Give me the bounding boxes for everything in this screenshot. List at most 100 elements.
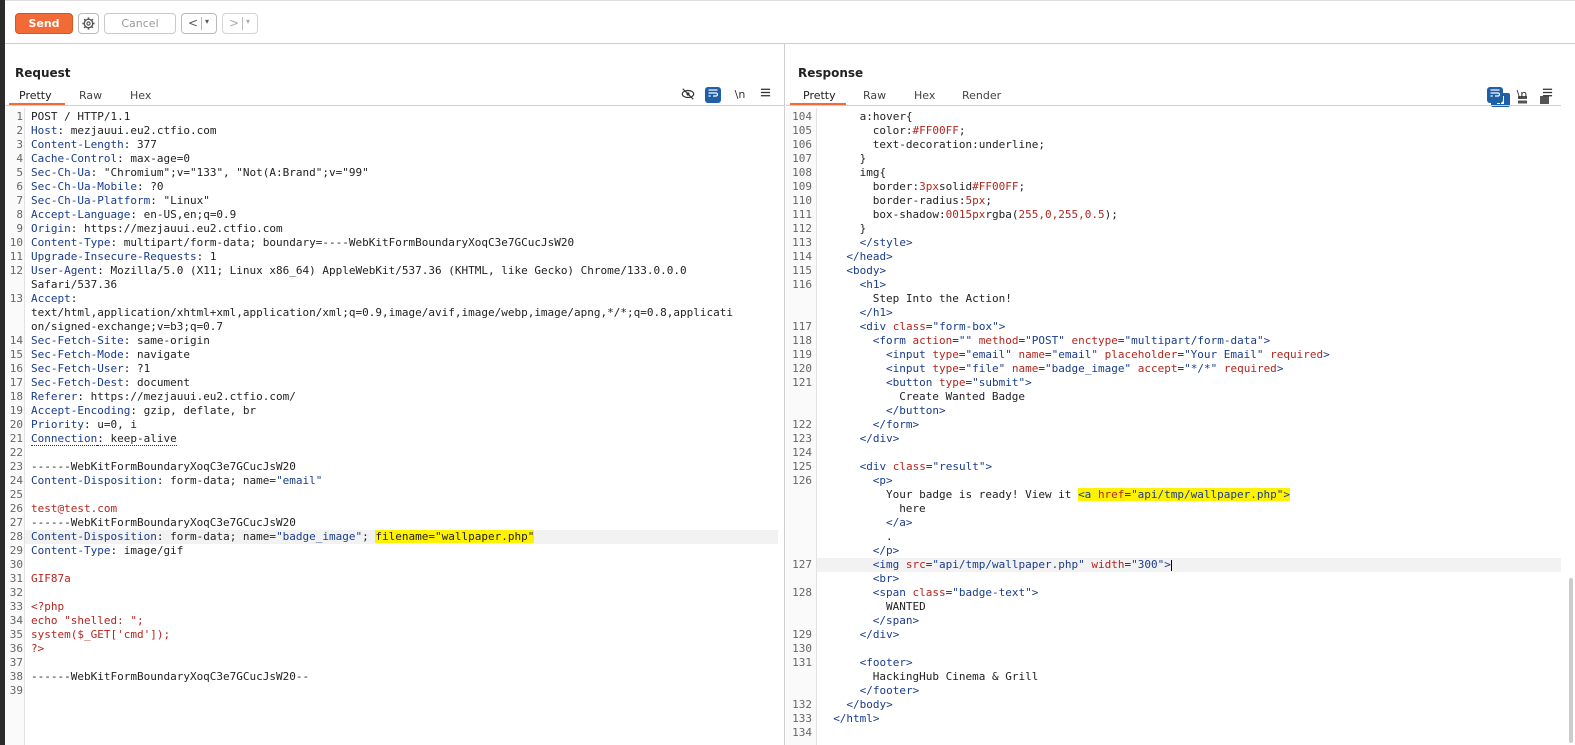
code-line: 8 Accept-Language: en-US,en;q=0.9 (5, 208, 784, 222)
code-line: 3 Content-Length: 377 (5, 138, 784, 152)
code-line: </footer> (786, 684, 1575, 698)
line-number: 38 (9, 670, 23, 683)
code-token: a:hover{ (859, 110, 913, 123)
code-token: 5px (965, 194, 986, 207)
line-number: 121 (792, 376, 812, 389)
code-line: 127 <img src="api/tmp/wallpaper.php" widt… (786, 558, 1575, 572)
code-token: test@test.com (31, 502, 118, 515)
code-line: 114 </head> (786, 250, 1575, 264)
code-text: Content-Disposition: form-data; name="em… (31, 474, 322, 488)
code-token: ; (1018, 180, 1026, 193)
chevron-down-icon[interactable]: ▾ (246, 17, 250, 26)
code-token: > (1263, 334, 1271, 347)
cancel-button[interactable]: Cancel (104, 13, 176, 34)
tab-raw[interactable]: Raw (79, 89, 102, 102)
code-token: User-Agent (31, 264, 98, 277)
code-text: </body> (846, 698, 892, 712)
line-number: 19 (9, 404, 23, 417)
tab-hex[interactable]: Hex (914, 89, 935, 102)
code-line: 39 (5, 684, 784, 698)
code-text: </style> (860, 236, 913, 250)
code-token: > (998, 320, 1006, 333)
code-line: Step Into the Action! (786, 292, 1575, 306)
back-button[interactable]: < ▾ (181, 13, 217, 34)
forward-button[interactable]: > ▾ (222, 13, 258, 34)
code-token: <img (872, 558, 906, 571)
code-line: 134 (786, 726, 1575, 740)
code-line: 10 Content-Type: multipart/form-data; bou… (5, 236, 784, 250)
response-editor[interactable]: 104 a:hover{105 color:#FF00FF; 106 text-deco… (786, 108, 1575, 745)
code-text: ?> (31, 642, 44, 656)
code-token: action (912, 334, 953, 347)
line-number: 128 (792, 586, 812, 599)
code-text: Accept: (31, 292, 77, 306)
send-button[interactable]: Send (15, 13, 73, 34)
menu-icon[interactable] (1539, 87, 1555, 103)
code-token: width (1091, 558, 1125, 571)
tab-render[interactable]: Render (962, 89, 1001, 102)
code-token: </div> (859, 432, 900, 445)
code-line: 25 (5, 488, 784, 502)
code-token: Step Into the Action! (872, 292, 1012, 305)
code-line: 121 <button type="submit"> (786, 376, 1575, 390)
code-text: border-radius:5px; (873, 194, 992, 208)
forward-arrow-icon: > (229, 16, 240, 30)
line-number: 33 (9, 600, 23, 613)
line-number: 35 (9, 628, 23, 641)
code-text: WANTED (886, 600, 926, 614)
code-token: #FF00FF (912, 124, 959, 137)
code-line: here (786, 502, 1575, 516)
code-text: </button> (886, 404, 946, 418)
code-token: : "Linux" (150, 194, 210, 207)
code-token: Sec-Fetch-Mode (31, 348, 124, 361)
code-token: </span> (872, 614, 920, 627)
code-line: 110 border-radius:5px; (786, 194, 1575, 208)
wrap-icon[interactable] (1487, 87, 1503, 103)
code-line: 11 Upgrade-Insecure-Requests: 1 (5, 250, 784, 264)
code-token: Cache-Control (31, 152, 118, 165)
code-text: ------WebKitFormBoundaryXoqC3e7GCucJsW20 (31, 460, 296, 474)
code-text: </form> (873, 418, 919, 432)
menu-icon[interactable] (757, 87, 773, 103)
code-line: 129 </div> (786, 628, 1575, 642)
code-token: </a> (886, 516, 913, 529)
code-token: : 377 (123, 138, 157, 151)
code-line: 118 <form action="" method="POST" enctype… (786, 334, 1575, 348)
code-token: : form-data; name= (156, 474, 277, 487)
code-token: > (1031, 586, 1039, 599)
request-editor[interactable]: 1 POST / HTTP/1.1 2 Host: mezjauui.eu2.ctfi… (5, 108, 784, 745)
hide-icon[interactable] (680, 87, 696, 103)
tab-raw[interactable]: Raw (863, 89, 886, 102)
wrap-icon[interactable] (705, 87, 721, 103)
code-token: Connection (31, 432, 98, 446)
code-token: : en-US,en;q=0.9 (130, 208, 237, 221)
code-text: <div class="result"> (860, 460, 992, 474)
line-number: 115 (792, 264, 812, 277)
chevron-down-icon[interactable]: ▾ (205, 17, 209, 26)
code-line: </h1> (786, 306, 1575, 320)
newline-icon[interactable]: \n (1514, 87, 1530, 103)
tab-pretty[interactable]: Pretty (19, 89, 52, 102)
code-token: : image/gif (110, 544, 184, 557)
line-number: 27 (9, 516, 23, 529)
settings-button[interactable] (78, 13, 99, 34)
line-number: 119 (792, 348, 812, 361)
code-token: box-shadow: (872, 208, 946, 221)
code-token: } (859, 222, 867, 235)
line-number: 9 (16, 222, 23, 235)
code-text: . (886, 530, 893, 544)
code-token: Content-Length (31, 138, 124, 151)
code-line: WANTED (786, 600, 1575, 614)
newline-icon[interactable]: \n (732, 87, 748, 103)
code-token: filename="wallpaper.php" (375, 530, 535, 543)
line-number: 16 (9, 362, 23, 375)
code-text: Accept-Language: en-US,en;q=0.9 (31, 208, 236, 222)
code-text: GIF87a (31, 572, 71, 586)
code-text: text/html,application/xhtml+xml,applicat… (31, 306, 733, 320)
code-text: Host: mezjauui.eu2.ctfio.com (31, 124, 216, 138)
tab-hex[interactable]: Hex (130, 89, 151, 102)
line-number: 118 (792, 334, 812, 347)
tab-pretty[interactable]: Pretty (803, 89, 836, 102)
code-token: <br> (872, 572, 900, 585)
code-token: ------WebKitFormBoundaryXoqC3e7GCucJsW20… (31, 670, 310, 683)
